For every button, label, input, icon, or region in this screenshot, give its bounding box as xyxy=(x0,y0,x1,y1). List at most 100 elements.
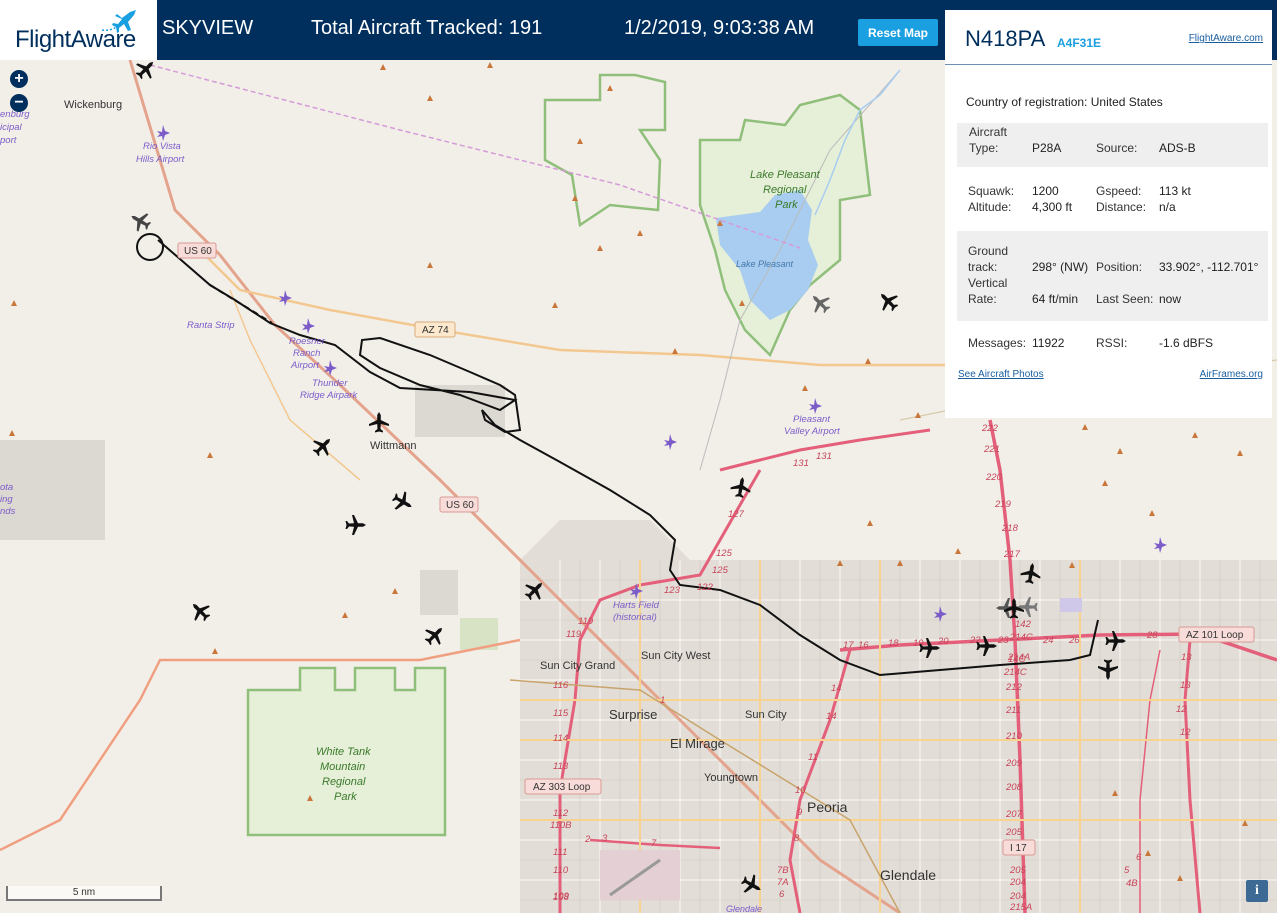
logo-wordmark: FlightAware xyxy=(15,26,136,53)
svg-text:AZ 303 Loop: AZ 303 Loop xyxy=(533,782,591,793)
shield-i17: I 17 xyxy=(1002,839,1036,856)
panel-divider xyxy=(945,64,1272,65)
exit-number-label: 207 xyxy=(1005,809,1023,820)
exit-number-label: 7A xyxy=(777,877,789,888)
exit-number-label: 7 xyxy=(651,838,657,849)
exit-number-label: 209 xyxy=(1005,758,1023,769)
exit-number-label: 214C xyxy=(1009,632,1033,643)
svg-text:Rio Vista: Rio Vista xyxy=(143,141,181,152)
messages-value: 11922 xyxy=(1032,336,1065,350)
squawk-label: Squawk: xyxy=(968,184,1015,198)
current-datetime: 1/2/2019, 9:03:38 AM xyxy=(624,17,815,39)
exit-number-label: 13 xyxy=(1181,652,1192,663)
svg-text:port: port xyxy=(0,135,17,146)
exit-number-label: 24 xyxy=(1042,635,1054,646)
label-sun-city-west: Sun City West xyxy=(641,650,711,662)
rssi-value: -1.6 dBFS xyxy=(1159,336,1214,350)
distance-value: n/a xyxy=(1159,200,1176,214)
aircraft-hex-code: A4F31E xyxy=(1057,36,1102,50)
svg-text:Harts Field: Harts Field xyxy=(613,600,660,611)
svg-text:Roesner: Roesner xyxy=(289,336,326,347)
svg-text:Regional: Regional xyxy=(763,184,807,196)
shield-az101: AZ 101 Loop xyxy=(1178,626,1255,643)
svg-text:Regional: Regional xyxy=(322,776,366,788)
shield-az74: AZ 74 xyxy=(414,321,456,338)
svg-text:Glendale: Glendale xyxy=(726,904,762,913)
country-label: Country of registration: xyxy=(966,95,1088,109)
aircraft-type-label-2: Type: xyxy=(969,141,999,155)
label-surprise: Surprise xyxy=(609,707,657,722)
exit-number-label: 210 xyxy=(1005,731,1023,742)
exit-number-label: 9 xyxy=(797,807,803,818)
exit-number-label: 116 xyxy=(553,680,569,691)
exit-number-label: 204 xyxy=(1009,891,1026,902)
exit-number-label: 112 xyxy=(553,808,569,819)
airframes-link[interactable]: AirFrames.org xyxy=(1200,369,1263,380)
zoom-in-button[interactable]: + xyxy=(10,70,28,88)
exit-number-label: 5 xyxy=(1124,865,1130,876)
exit-number-label: 3 xyxy=(602,833,608,844)
altitude-label: Altitude: xyxy=(968,200,1012,214)
ground-track-value: 298° (NW) xyxy=(1032,260,1089,274)
exit-number-label: 20 xyxy=(937,636,949,647)
exit-number-label: 114 xyxy=(553,733,568,744)
exit-number-label: 218 xyxy=(1001,523,1019,534)
source-value: ADS-B xyxy=(1159,141,1196,155)
aircraft-photos-link[interactable]: See Aircraft Photos xyxy=(958,369,1044,380)
ground-track-label-2: track: xyxy=(968,260,998,274)
exit-number-label: 12 xyxy=(1180,727,1191,738)
svg-text:White Tank: White Tank xyxy=(316,746,371,758)
flightaware-link[interactable]: FlightAware.com xyxy=(1189,33,1263,44)
exit-number-label: 221 xyxy=(983,444,1000,455)
label-wittmann: Wittmann xyxy=(370,440,416,452)
exit-number-label: 217 xyxy=(1003,549,1021,560)
exit-number-label: 28 xyxy=(1146,630,1158,641)
skyview-app: Wickenburg enburg icipal port Rio Vista … xyxy=(0,0,1277,913)
shield-az303: AZ 303 Loop xyxy=(524,778,602,795)
svg-text:I 17: I 17 xyxy=(1010,843,1027,854)
svg-text:US 60: US 60 xyxy=(184,246,212,257)
svg-text:Ranch: Ranch xyxy=(293,348,320,359)
svg-text:Park: Park xyxy=(334,791,357,803)
label-peoria: Peoria xyxy=(807,799,848,815)
zoom-out-button[interactable]: − xyxy=(10,94,28,112)
exit-number-label: 6 xyxy=(1136,852,1142,863)
svg-text:ota: ota xyxy=(0,482,13,493)
exit-number-label: 4B xyxy=(1126,878,1138,889)
flightaware-logo[interactable]: FlightAware xyxy=(0,0,157,60)
exit-number-label: 208 xyxy=(1005,782,1023,793)
exit-number-label: 110 xyxy=(553,865,569,876)
aircraft-type-value: P28A xyxy=(1032,141,1062,155)
shield-us60-north: US 60 xyxy=(177,242,217,259)
exit-number-label: 212 xyxy=(1005,682,1023,693)
svg-text:Lake Pleasant: Lake Pleasant xyxy=(750,169,821,181)
svg-text:Ranta Strip: Ranta Strip xyxy=(187,320,235,331)
last-seen-label: Last Seen: xyxy=(1096,292,1154,306)
source-label: Source: xyxy=(1096,141,1138,155)
exit-number-label: 10 xyxy=(795,785,806,796)
label-el-mirage: El Mirage xyxy=(670,736,725,751)
map-info-button[interactable]: i xyxy=(1246,880,1268,902)
label-sun-city: Sun City xyxy=(745,709,787,721)
exit-number-label: 14 xyxy=(826,711,837,722)
svg-text:icipal: icipal xyxy=(0,122,23,133)
exit-number-label: 214C xyxy=(1003,667,1027,678)
exit-number-label: 16 xyxy=(858,640,869,651)
country-value: United States xyxy=(1090,95,1163,109)
svg-text:US 60: US 60 xyxy=(446,500,474,511)
reset-map-button[interactable]: Reset Map xyxy=(858,19,938,46)
gspeed-value: 113 kt xyxy=(1159,184,1191,198)
exit-number-label: 110B xyxy=(550,820,572,831)
vertical-rate-label-2: Rate: xyxy=(968,292,997,306)
gspeed-label: Gspeed: xyxy=(1096,184,1142,198)
label-glendale: Glendale xyxy=(880,867,936,883)
aircraft-detail-panel: N418PA A4F31E FlightAware.com Country of… xyxy=(945,10,1272,418)
exit-number-label: 23 xyxy=(997,635,1009,646)
country-row: Country of registration: United States xyxy=(966,95,1163,109)
last-seen-value: now xyxy=(1159,292,1182,306)
exit-number-label: 215A xyxy=(1009,902,1032,913)
exit-number-label: 123 xyxy=(664,585,681,596)
svg-text:(historical): (historical) xyxy=(613,612,657,623)
exit-number-label: 14C xyxy=(1008,654,1026,665)
exit-number-label: 125 xyxy=(716,548,733,559)
